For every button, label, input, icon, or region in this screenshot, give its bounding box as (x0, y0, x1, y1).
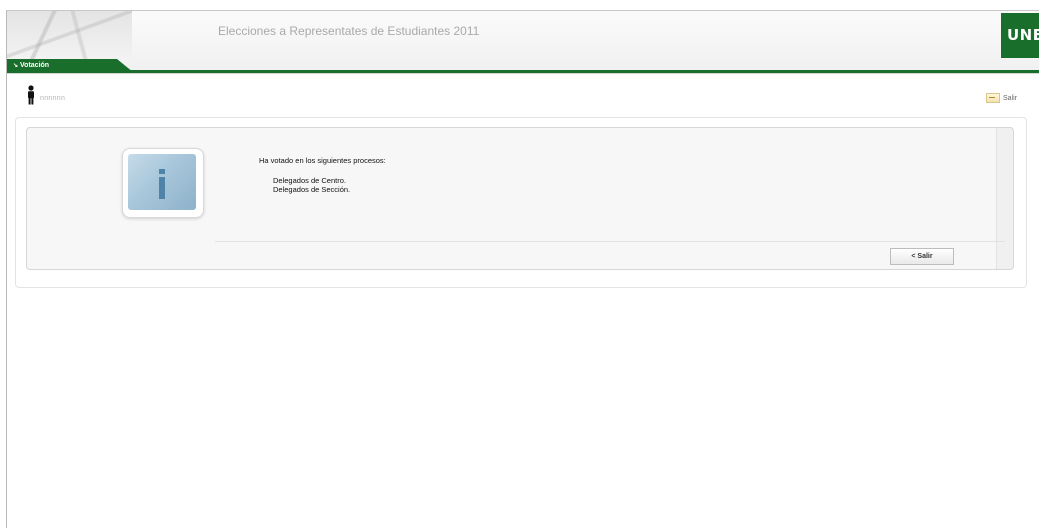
message-heading: Ha votado en los siguientes procesos: (259, 156, 386, 165)
content-panel: Ha votado en los siguientes procesos: De… (15, 117, 1027, 288)
panel-scroll-strip (996, 128, 1013, 269)
user-name: nnnnnn (40, 95, 66, 102)
user-icon (28, 85, 34, 105)
logout-label: Salir (1003, 94, 1018, 102)
arrow-icon: ↘ (13, 63, 19, 69)
app-window: Elecciones a Representates de Estudiante… (6, 10, 1039, 528)
app-title: Elecciones a Representates de Estudiante… (218, 24, 480, 38)
logout-link[interactable]: Salir (986, 93, 1017, 103)
exit-door-icon (986, 93, 1000, 103)
list-item: Delegados de Centro. (273, 176, 346, 185)
user-bar: nnnnnn Salir (7, 83, 1039, 115)
info-dot (159, 169, 165, 174)
uned-logo: UNED (1001, 13, 1039, 58)
exit-button[interactable]: < Salir (890, 248, 954, 265)
process-list: Delegados de Centro. Delegados de Secció… (273, 176, 350, 194)
header-banner: Elecciones a Representates de Estudiante… (7, 11, 1039, 74)
header-decoration (7, 11, 132, 61)
tab-corner (117, 59, 133, 72)
info-icon (122, 148, 204, 218)
header-accent-line (7, 70, 1039, 73)
list-item: Delegados de Sección. (273, 185, 351, 194)
message-panel: Ha votado en los siguientes procesos: De… (26, 127, 1014, 270)
info-tile (128, 154, 196, 210)
info-bar (159, 177, 165, 199)
tab-votacion[interactable]: ↘ Votación (7, 59, 117, 72)
tab-votacion-label: Votación (20, 62, 50, 69)
divider (215, 241, 1005, 242)
